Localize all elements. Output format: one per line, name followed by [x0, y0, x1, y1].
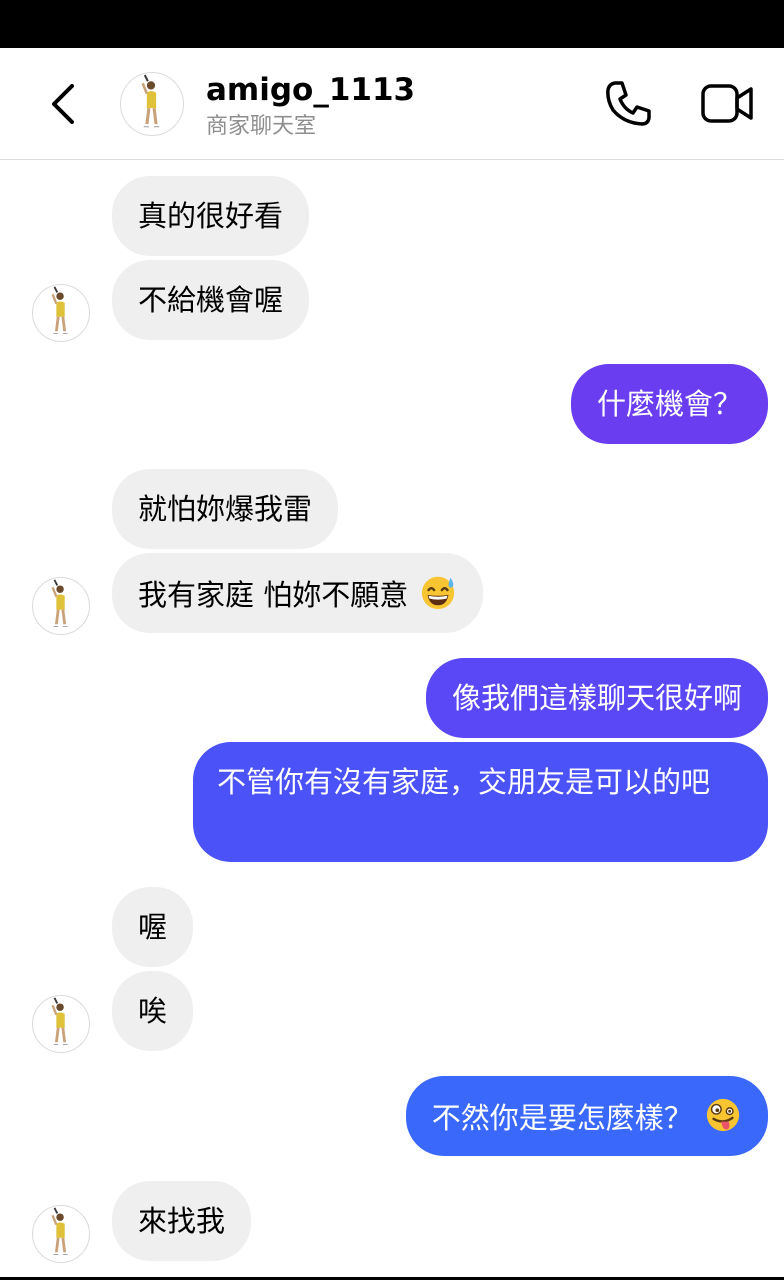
avatar-image — [121, 73, 183, 135]
message-bubble-incoming[interactable]: 不給機會喔 — [112, 260, 310, 340]
message-bubble-incoming[interactable]: 真的很好看 — [112, 176, 310, 256]
avatar-image — [33, 996, 89, 1052]
grinning-face-with-sweat-emoji — [422, 576, 455, 610]
avatar-image — [33, 578, 89, 634]
call-button[interactable] — [602, 78, 654, 130]
message-bubble-incoming[interactable]: 就怕妳爆我雷 — [112, 469, 339, 549]
zany-face-emoji — [706, 1098, 740, 1132]
message-text: 像我們這樣聊天很好啊 — [451, 681, 742, 715]
avatar-image — [33, 285, 89, 341]
status-bar — [0, 0, 784, 48]
message-bubble-outgoing[interactable]: 什麼機會？ — [570, 364, 768, 444]
message-text: 不然你是要怎麼樣？ — [431, 1101, 693, 1135]
message-text: 什麼機會？ — [596, 387, 742, 421]
avatar[interactable] — [32, 577, 90, 635]
chat-subtitle: 商家聊天室 — [206, 114, 317, 139]
avatar[interactable] — [32, 995, 90, 1053]
chevron-left-icon — [52, 84, 74, 124]
avatar[interactable] — [32, 1205, 90, 1263]
chat-header: amigo_1113 商家聊天室 — [0, 48, 784, 160]
message-text: 來找我 — [138, 1204, 226, 1238]
message-bubble-outgoing[interactable]: 不管你有沒有家庭，交朋友是可以的吧 — [193, 742, 768, 862]
message-bubble-outgoing[interactable]: 像我們這樣聊天很好啊 — [425, 658, 768, 738]
phone-icon — [606, 81, 651, 126]
message-bubble-incoming[interactable]: 我有家庭 怕妳不願意 — [112, 553, 484, 633]
message-bubble-incoming[interactable]: 來找我 — [112, 1181, 252, 1261]
avatar[interactable] — [32, 284, 90, 342]
video-camera-icon — [701, 84, 753, 123]
message-bubble-incoming[interactable]: 喔 — [112, 887, 194, 967]
message-text: 不給機會喔 — [138, 283, 284, 317]
video-call-button[interactable] — [700, 78, 756, 130]
back-button[interactable] — [44, 80, 84, 128]
message-text: 喔 — [138, 910, 168, 944]
avatar[interactable] — [120, 72, 184, 136]
message-bubble-incoming[interactable]: 唉 — [112, 971, 194, 1051]
message-text: 真的很好看 — [138, 199, 284, 233]
message-text: 我有家庭 怕妳不願意 — [138, 578, 409, 612]
message-text: 唉 — [138, 994, 168, 1028]
chat-username[interactable]: amigo_1113 — [206, 72, 415, 108]
message-bubble-outgoing[interactable]: 不然你是要怎麼樣？ — [405, 1076, 768, 1156]
message-text: 不管你有沒有家庭，交朋友是可以的吧 — [217, 765, 711, 799]
avatar-image — [33, 1206, 89, 1262]
message-text: 就怕妳爆我雷 — [138, 492, 313, 526]
